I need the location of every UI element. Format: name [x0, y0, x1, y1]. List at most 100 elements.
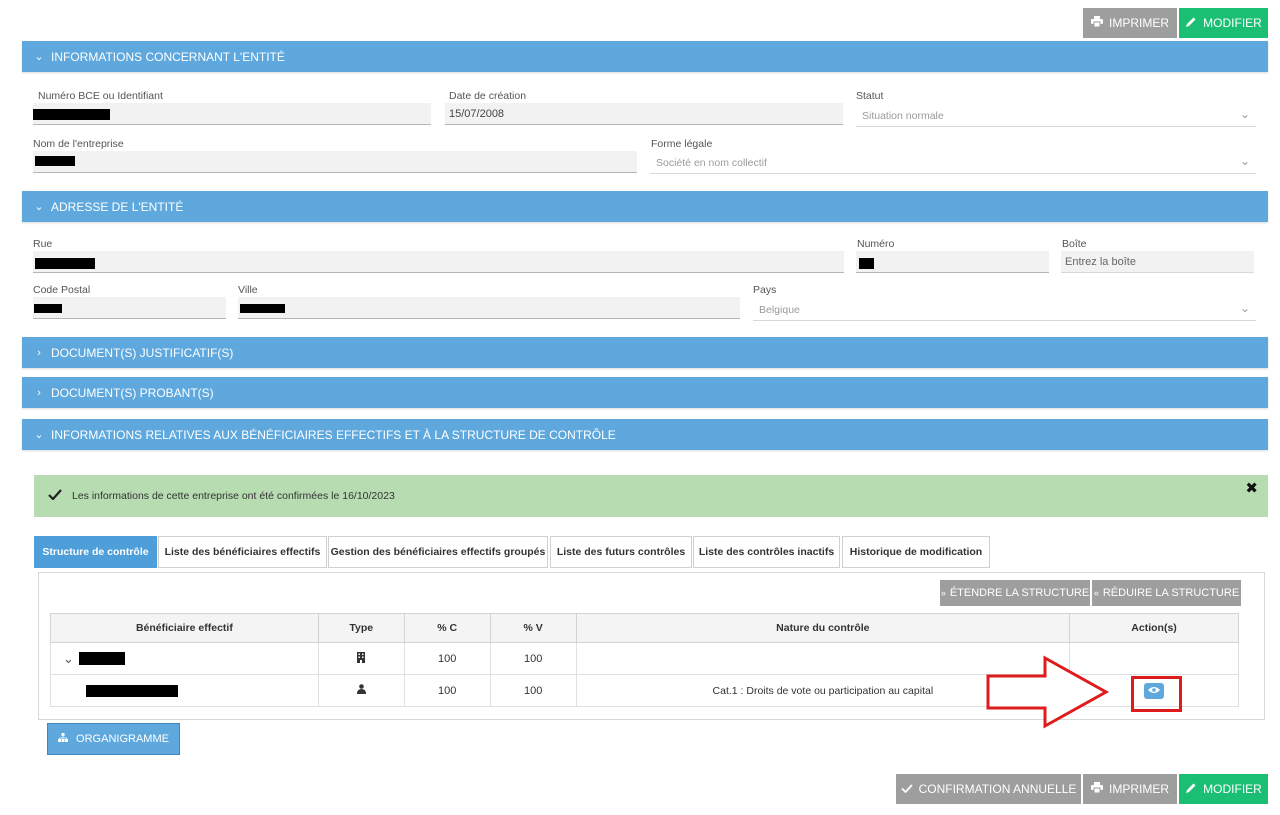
chevron-right-icon: › — [37, 346, 41, 359]
column-header: Action(s) — [1069, 613, 1239, 643]
type-cell — [317, 674, 405, 707]
check-icon — [48, 489, 62, 503]
sitemap-icon — [58, 733, 69, 745]
street-label: Rue — [33, 238, 53, 250]
redacted-number — [859, 258, 874, 269]
annual-confirmation-label: CONFIRMATION ANNUELLE — [918, 782, 1077, 796]
tab-grouped-beneficiaries[interactable]: Gestion des bénéficiaires effectifs grou… — [328, 536, 548, 568]
confirmation-alert: Les informations de cette entreprise ont… — [34, 475, 1268, 517]
company-name-field[interactable] — [33, 151, 637, 173]
print-button-label: IMPRIMER — [1109, 16, 1169, 30]
column-header: % C — [403, 613, 491, 643]
check-icon — [900, 782, 913, 796]
redacted-street — [35, 258, 95, 269]
confirmation-message: Les informations de cette entreprise ont… — [72, 490, 395, 502]
tab-control-structure[interactable]: Structure de contrôle — [34, 536, 157, 568]
section-supporting-documents[interactable]: › DOCUMENT(S) JUSTIFICATIF(S) — [22, 337, 1268, 368]
section-entity-info[interactable]: ⌄ INFORMATIONS CONCERNANT L'ENTITÉ — [22, 41, 1268, 72]
type-cell — [317, 642, 405, 675]
collapse-structure-label: RÉDUIRE LA STRUCTURE — [1102, 587, 1240, 599]
creation-date-label: Date de création — [449, 90, 527, 102]
building-icon — [357, 651, 366, 666]
redacted-city — [240, 304, 285, 313]
print-button-label: IMPRIMER — [1109, 782, 1169, 796]
redacted-bce — [33, 109, 110, 120]
legal-form-label: Forme légale — [651, 138, 713, 150]
tab-label: Liste des contrôles inactifs — [698, 546, 835, 558]
number-label: Numéro — [857, 238, 895, 250]
box-label: Boîte — [1062, 238, 1087, 250]
street-field[interactable] — [33, 251, 844, 273]
legal-form-select[interactable]: Société en nom collectif ⌄ — [650, 152, 1256, 174]
section-supporting-documents-title: DOCUMENT(S) JUSTIFICATIF(S) — [51, 345, 234, 360]
tab-label: Liste des futurs contrôles — [556, 546, 686, 558]
chevron-down-icon: ⌄ — [34, 429, 44, 441]
section-entity-address[interactable]: ⌄ ADRESSE DE L'ENTITÉ — [22, 191, 1268, 222]
country-label: Pays — [753, 284, 777, 296]
table-header-row: Bénéficiaire effectif Type % C % V Natur… — [50, 613, 1239, 643]
redacted-company-name — [35, 156, 75, 166]
city-label: Ville — [238, 284, 258, 296]
tab-label: Structure de contrôle — [42, 546, 149, 558]
tab-inactive-controls[interactable]: Liste des contrôles inactifs — [693, 536, 840, 568]
redacted-postal-code — [34, 304, 62, 313]
double-chevron-up-icon: « — [1093, 588, 1099, 598]
edit-button-label: MODIFIER — [1203, 782, 1262, 796]
redacted-beneficiary — [86, 684, 178, 697]
tab-beneficiaries-list[interactable]: Liste des bénéficiaires effectifs — [158, 536, 327, 568]
creation-date-value: 15/07/2008 — [449, 107, 505, 120]
chevron-down-icon: ⌄ — [1239, 154, 1250, 168]
beneficiary-cell — [50, 674, 319, 707]
chevron-down-icon: ⌄ — [34, 51, 44, 63]
section-beneficiaries[interactable]: ⌄ INFORMATIONS RELATIVES AUX BÉNÉFICIAIR… — [22, 419, 1268, 450]
pencil-icon — [1185, 16, 1197, 31]
tab-future-controls[interactable]: Liste des futurs contrôles — [550, 536, 692, 568]
creation-date-field[interactable]: 15/07/2008 — [445, 103, 843, 125]
column-header: Type — [317, 613, 405, 643]
tab-modification-history[interactable]: Historique de modification — [842, 536, 990, 568]
edit-button-label: MODIFIER — [1203, 16, 1262, 30]
number-field[interactable] — [856, 251, 1049, 273]
country-value: Belgique — [759, 303, 800, 316]
percent-c-cell: 100 — [403, 674, 491, 707]
print-button-bottom[interactable]: IMPRIMER — [1083, 774, 1177, 804]
pencil-icon — [1185, 782, 1197, 797]
status-value: Situation normale — [862, 109, 944, 122]
box-placeholder: Entrez la boîte — [1065, 255, 1136, 268]
expand-structure-button[interactable]: » ÉTENDRE LA STRUCTURE — [940, 580, 1090, 606]
edit-button-top[interactable]: MODIFIER — [1179, 8, 1268, 38]
column-header: % V — [489, 613, 577, 643]
close-icon[interactable]: ✖ — [1245, 479, 1258, 497]
collapse-structure-button[interactable]: « RÉDUIRE LA STRUCTURE — [1092, 580, 1241, 606]
city-field[interactable] — [238, 297, 740, 319]
annotation-highlight-box — [1131, 676, 1182, 712]
chevron-down-icon[interactable]: ⌄ — [63, 651, 74, 667]
company-name-label: Nom de l'entreprise — [33, 138, 124, 150]
box-field[interactable]: Entrez la boîte — [1061, 251, 1254, 273]
section-entity-address-title: ADRESSE DE L'ENTITÉ — [51, 199, 184, 214]
redacted-beneficiary — [78, 652, 125, 665]
expand-structure-label: ÉTENDRE LA STRUCTURE — [949, 587, 1090, 599]
printer-icon — [1091, 782, 1103, 796]
org-chart-label: ORGANIGRAMME — [76, 733, 169, 745]
double-chevron-down-icon: » — [940, 588, 946, 598]
person-icon — [356, 684, 366, 697]
beneficiary-cell: ⌄ — [50, 642, 319, 675]
percent-v-cell: 100 — [489, 642, 577, 675]
tab-label: Liste des bénéficiaires effectifs — [164, 546, 321, 558]
print-button-top[interactable]: IMPRIMER — [1083, 8, 1177, 38]
section-entity-info-title: INFORMATIONS CONCERNANT L'ENTITÉ — [51, 49, 285, 64]
tab-label: Historique de modification — [849, 546, 983, 558]
column-header: Bénéficiaire effectif — [50, 613, 319, 643]
tab-label: Gestion des bénéficiaires effectifs grou… — [330, 546, 546, 558]
legal-form-value: Société en nom collectif — [656, 156, 767, 169]
country-select[interactable]: Belgique ⌄ — [753, 299, 1256, 321]
edit-button-bottom[interactable]: MODIFIER — [1179, 774, 1268, 804]
percent-v-cell: 100 — [489, 674, 577, 707]
chevron-down-icon: ⌄ — [1239, 107, 1250, 121]
section-beneficiaries-title: INFORMATIONS RELATIVES AUX BÉNÉFICIAIRES… — [51, 427, 616, 442]
section-probative-documents[interactable]: › DOCUMENT(S) PROBANT(S) — [22, 377, 1268, 408]
org-chart-button[interactable]: ORGANIGRAMME — [47, 723, 180, 755]
annual-confirmation-button[interactable]: CONFIRMATION ANNUELLE — [896, 774, 1081, 804]
status-select[interactable]: Situation normale ⌄ — [856, 105, 1256, 127]
